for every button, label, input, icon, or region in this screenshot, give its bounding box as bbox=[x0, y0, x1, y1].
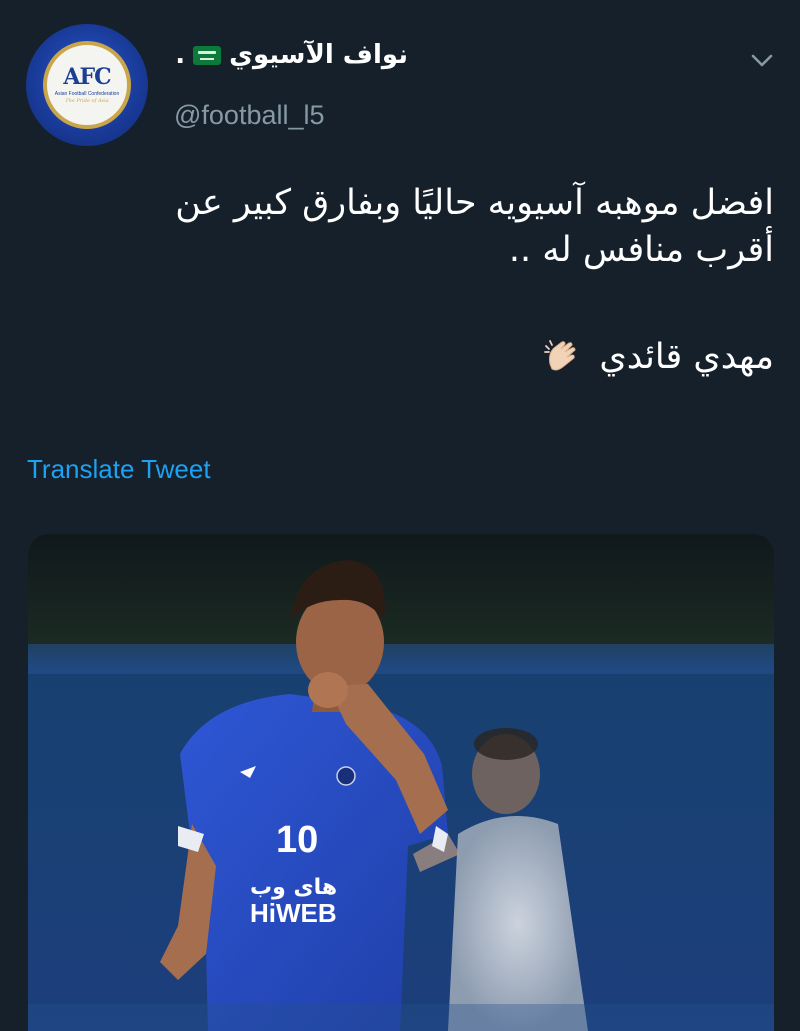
tweet-text-last: مهدي قائدي bbox=[599, 337, 774, 377]
jersey-number: 10 bbox=[276, 819, 318, 861]
tweet-media-photo[interactable]: 10 های وب HiWEB bbox=[28, 534, 774, 1031]
avatar[interactable]: AFC Asian Football Confederation The Pri… bbox=[26, 24, 148, 146]
translate-tweet-link[interactable]: Translate Tweet bbox=[27, 454, 211, 485]
chevron-down-icon[interactable] bbox=[748, 46, 776, 74]
afc-logo: AFC Asian Football Confederation The Pri… bbox=[43, 41, 131, 129]
user-handle[interactable]: @football_l5 bbox=[174, 100, 325, 131]
player-photo: 10 های وب HiWEB bbox=[28, 534, 774, 1031]
tweet-card: AFC Asian Football Confederation The Pri… bbox=[0, 0, 800, 1031]
jersey-sponsor-latin: HiWEB bbox=[250, 898, 337, 928]
afc-logo-subtitle: Asian Football Confederation bbox=[54, 91, 120, 97]
tweet-text-line-3: مهدي قائدي bbox=[24, 334, 774, 381]
display-name-suffix: . bbox=[175, 40, 186, 70]
afc-logo-text: AFC bbox=[63, 64, 111, 90]
saudi-flag-icon bbox=[193, 45, 222, 65]
tweet-text: افضل موهبه آسيويه حاليًا وبفارق كبير عن … bbox=[24, 180, 774, 381]
jersey-sponsor-arabic: های وب bbox=[250, 875, 337, 900]
display-name[interactable]: نواف الآسيوي . bbox=[175, 40, 408, 70]
tweet-text-line-2: أقرب منافس له .. bbox=[508, 230, 774, 270]
clapping-hands-icon bbox=[542, 338, 582, 378]
display-name-text: نواف الآسيوي bbox=[229, 40, 408, 70]
afc-logo-script: The Pride of Asia bbox=[65, 98, 109, 104]
tweet-text-line-1: افضل موهبه آسيويه حاليًا وبفارق كبير عن bbox=[175, 183, 774, 223]
